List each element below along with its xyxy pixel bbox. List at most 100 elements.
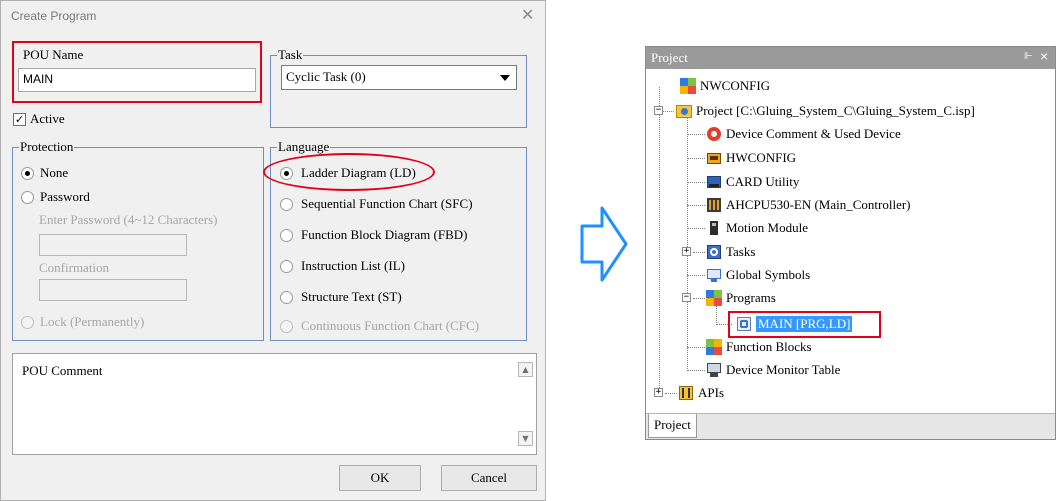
lock-option[interactable]: Lock (Permanently) [21,314,144,330]
programs-collapse-icon[interactable]: − [682,293,691,302]
language-option-fbd[interactable]: Function Block Diagram (FBD) [280,227,467,243]
confirmation-input[interactable] [39,279,187,301]
tree-item-apis[interactable]: APIs [678,384,724,402]
tree-item-label: CARD Utility [726,174,800,189]
language-sfc-label: Sequential Function Chart (SFC) [301,196,473,211]
protection-none-option[interactable]: None [21,165,68,181]
apis-expand-icon[interactable]: + [654,388,663,397]
tree-item-global-symbols[interactable]: Global Symbols [706,266,810,284]
language-il-label: Instruction List (IL) [301,258,405,273]
device-monitor-icon [706,362,722,378]
language-group-label: Language [277,139,331,155]
tree-item-project[interactable]: Project [C:\Gluing_System_C\Gluing_Syste… [676,102,975,120]
language-st-label: Structure Text (ST) [301,289,402,304]
language-option-sfc[interactable]: Sequential Function Chart (SFC) [280,196,473,212]
project-icon [676,103,692,119]
hwconfig-icon [706,150,722,166]
scroll-down-icon[interactable]: ▼ [518,431,533,446]
password-input[interactable] [39,234,187,256]
tree-item-label: Device Monitor Table [726,362,841,377]
enter-password-label: Enter Password (4~12 Characters) [39,212,218,227]
tasks-expand-icon[interactable]: + [682,247,691,256]
panel-title: Project [651,50,688,65]
tree-item-tasks[interactable]: Tasks [706,243,755,261]
tree-item-label: Programs [726,290,776,305]
ld-highlight-ellipse [263,153,435,191]
active-label: Active [30,111,65,126]
lock-radio[interactable] [21,315,34,329]
main-program-highlight [728,311,881,338]
dialog-title: Create Program [11,9,97,23]
tree-item-label: Tasks [726,244,756,259]
language-option-cfc[interactable]: Continuous Function Chart (CFC) [280,318,479,334]
tree-item-label: Global Symbols [726,267,811,282]
create-program-dialog: Create Program ✕ POU Name MAIN Task Cycl… [0,0,546,501]
tab-project[interactable]: Project [648,414,697,438]
device-comment-icon [706,126,722,142]
tree-item-card-utility[interactable]: CARD Utility [706,173,799,191]
arrow-right-icon [580,206,628,282]
active-checkbox-row[interactable]: ✓ Active [13,111,65,127]
active-checkbox[interactable]: ✓ [13,112,26,126]
tree-item-label: Project [C:\Gluing_System_C\Gluing_Syste… [696,103,975,118]
language-sfc-radio[interactable] [280,197,293,211]
close-icon[interactable]: × [1040,48,1048,64]
global-symbols-icon [706,267,722,283]
tasks-icon [706,244,722,260]
language-fbd-label: Function Block Diagram (FBD) [301,227,468,242]
language-st-radio[interactable] [280,290,293,304]
protection-password-radio[interactable] [21,190,34,204]
language-option-il[interactable]: Instruction List (IL) [280,258,405,274]
tree-item-label: Function Blocks [726,339,812,354]
cpu-icon [706,197,722,213]
tree-item-programs[interactable]: Programs [706,289,776,307]
tree-item-label: Motion Module [726,220,808,235]
panel-header: Project ⊩ × [646,47,1055,69]
cancel-button[interactable]: Cancel [441,465,537,491]
scroll-up-icon[interactable]: ▲ [518,362,533,377]
tree-item-label: Device Comment & Used Device [726,126,901,141]
motion-module-icon [706,220,722,236]
project-collapse-icon[interactable]: − [654,106,663,115]
tree-item-label: APIs [698,385,725,400]
tree-item-label: NWCONFIG [700,78,771,93]
task-group-label: Task [277,47,304,63]
pou-comment-box[interactable]: POU Comment ▲ ▼ [12,353,537,455]
language-il-radio[interactable] [280,259,293,273]
card-utility-icon [706,174,722,190]
protection-password-label: Password [40,189,90,204]
language-fbd-radio[interactable] [280,228,293,242]
confirmation-label: Confirmation [39,260,110,275]
protection-password-option[interactable]: Password [21,189,90,205]
pou-name-highlight [12,41,262,103]
apis-icon [678,385,694,401]
protection-none-label: None [40,165,69,180]
tree-item-nwconfig[interactable]: NWCONFIG [680,77,770,95]
programs-icon [706,290,722,306]
chevron-down-icon[interactable] [500,75,510,81]
tree-item-device-monitor[interactable]: Device Monitor Table [706,361,840,379]
ok-button[interactable]: OK [339,465,421,491]
tree-item-label: HWCONFIG [726,150,797,165]
close-icon[interactable]: ✕ [521,5,534,25]
nwconfig-icon [680,78,696,94]
task-select-value: Cyclic Task (0) [286,69,366,84]
protection-group-label: Protection [19,139,75,155]
protection-none-radio[interactable] [21,166,34,180]
tree-item-motion-module[interactable]: Motion Module [706,219,808,237]
task-select[interactable]: Cyclic Task (0) [281,65,517,90]
lock-label: Lock (Permanently) [40,314,145,329]
pin-icon[interactable]: ⊩ [1024,51,1033,62]
tree-item-device-comment[interactable]: Device Comment & Used Device [706,125,901,143]
language-option-st[interactable]: Structure Text (ST) [280,289,402,305]
pou-comment-label: POU Comment [22,363,103,378]
language-cfc-label: Continuous Function Chart (CFC) [301,318,480,333]
tree-item-label: AHCPU530-EN (Main_Controller) [726,197,911,212]
project-panel: Project ⊩ × − + − + NWCONFIG Project [C:… [645,46,1056,440]
panel-tab-strip: Project [646,413,1055,439]
language-cfc-radio[interactable] [280,319,293,333]
function-blocks-icon [706,339,722,355]
tree-item-function-blocks[interactable]: Function Blocks [706,338,812,356]
tree-item-hwconfig[interactable]: HWCONFIG [706,149,796,167]
tree-item-cpu[interactable]: AHCPU530-EN (Main_Controller) [706,196,911,214]
